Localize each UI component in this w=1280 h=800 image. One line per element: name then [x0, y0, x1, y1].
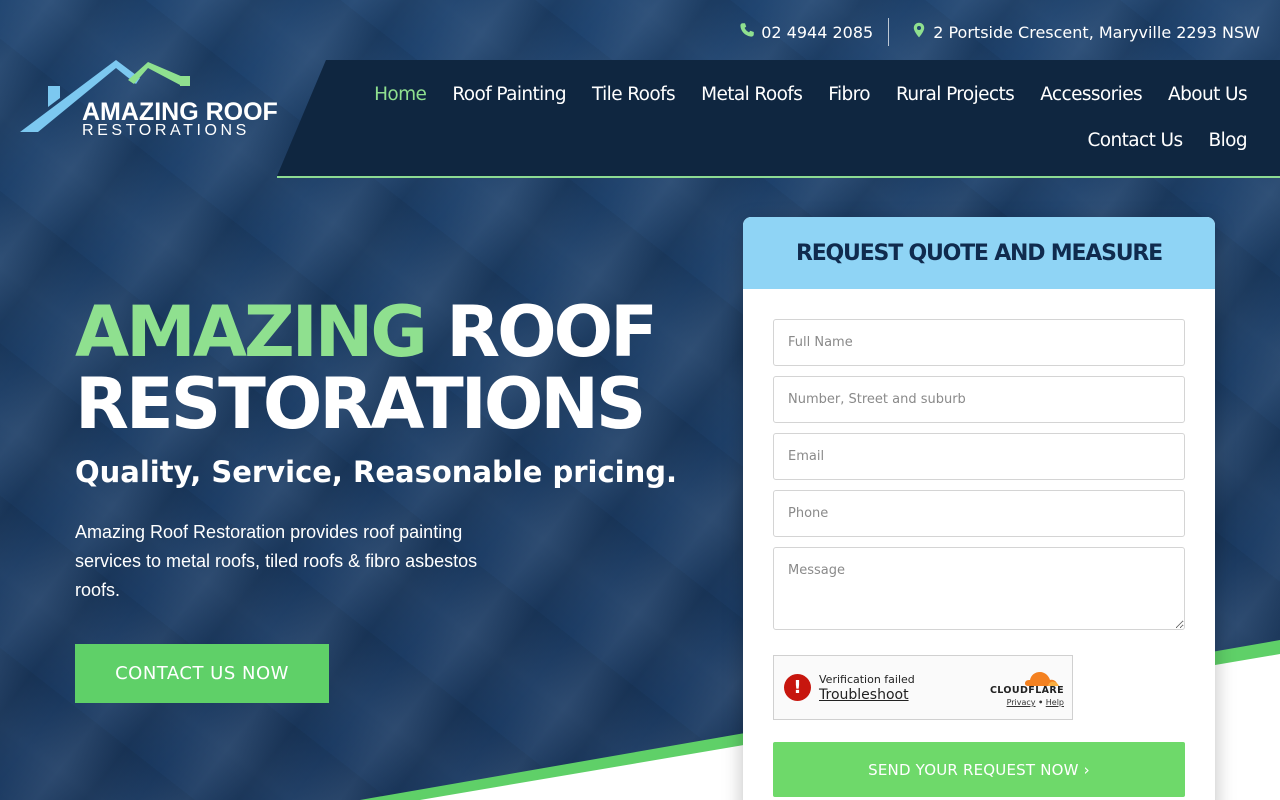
hero-subtitle: Quality, Service, Reasonable pricing.	[75, 455, 678, 489]
quote-form-card: REQUEST QUOTE AND MEASURE ! Verification…	[743, 217, 1215, 800]
form-body: ! Verification failed Troubleshoot CLOUD…	[743, 289, 1215, 797]
hero-description: Amazing Roof Restoration provides roof p…	[75, 522, 478, 600]
contact-us-button[interactable]: CONTACT US NOW	[75, 644, 329, 703]
nav-underline	[277, 176, 1280, 178]
main-nav: Home Roof Painting Tile Roofs Metal Roof…	[277, 60, 1280, 178]
address-field[interactable]	[773, 376, 1185, 423]
nav-item-roof-painting[interactable]: Roof Painting	[439, 78, 579, 112]
nav-item-blog[interactable]: Blog	[1196, 124, 1261, 158]
address-text: 2 Portside Crescent, Maryville 2293 NSW	[933, 22, 1260, 42]
nav-item-accessories[interactable]: Accessories	[1027, 78, 1155, 112]
map-pin-icon	[911, 22, 927, 42]
captcha-status: Verification failed	[819, 673, 915, 686]
hero-title-highlight: AMAZING	[75, 291, 428, 373]
form-header: REQUEST QUOTE AND MEASURE	[743, 217, 1215, 289]
divider	[888, 18, 890, 46]
hero-title-line2: RESTORATIONS	[75, 363, 646, 445]
site-logo[interactable]: AMAZING ROOF RESTORATIONS	[20, 60, 282, 140]
contact-bar: 02 4944 2085 2 Portside Crescent, Maryvi…	[739, 18, 1260, 46]
hero-title-word: ROOF	[424, 291, 658, 373]
nav-item-rural-projects[interactable]: Rural Projects	[883, 78, 1027, 112]
nav-item-tile-roofs[interactable]: Tile Roofs	[579, 78, 688, 112]
nav-item-metal-roofs[interactable]: Metal Roofs	[688, 78, 815, 112]
captcha-links: Privacy • Help	[1007, 698, 1064, 707]
nav-item-home[interactable]: Home	[361, 78, 439, 112]
nav-item-fibro[interactable]: Fibro	[815, 78, 883, 112]
captcha-widget: ! Verification failed Troubleshoot CLOUD…	[773, 655, 1073, 720]
email-field[interactable]	[773, 433, 1185, 480]
privacy-link[interactable]: Privacy	[1007, 698, 1036, 707]
link-separator: •	[1038, 698, 1044, 707]
send-request-button[interactable]: SEND YOUR REQUEST NOW ›	[773, 742, 1185, 797]
troubleshoot-link[interactable]: Troubleshoot	[819, 687, 909, 703]
phone-number: 02 4944 2085	[761, 22, 874, 42]
error-icon: !	[784, 674, 811, 701]
phone-icon	[739, 22, 755, 42]
logo-subtitle: RESTORATIONS	[82, 122, 250, 139]
nav-item-contact-us[interactable]: Contact Us	[1074, 124, 1195, 158]
full-name-field[interactable]	[773, 319, 1185, 366]
cloudflare-wordmark: CLOUDFLARE	[989, 685, 1064, 696]
phone-field[interactable]	[773, 490, 1185, 537]
cloudflare-branding: CLOUDFLARE Privacy • Help	[988, 668, 1064, 708]
form-title: REQUEST QUOTE AND MEASURE	[795, 240, 1163, 266]
nav-item-about-us[interactable]: About Us	[1155, 78, 1260, 112]
phone-link[interactable]: 02 4944 2085	[739, 22, 873, 42]
address-link[interactable]: 2 Portside Crescent, Maryville 2293 NSW	[911, 22, 1260, 42]
message-field[interactable]	[773, 547, 1185, 630]
hero-title: AMAZING ROOF RESTORATIONS	[75, 296, 658, 440]
help-link[interactable]: Help	[1046, 698, 1064, 707]
